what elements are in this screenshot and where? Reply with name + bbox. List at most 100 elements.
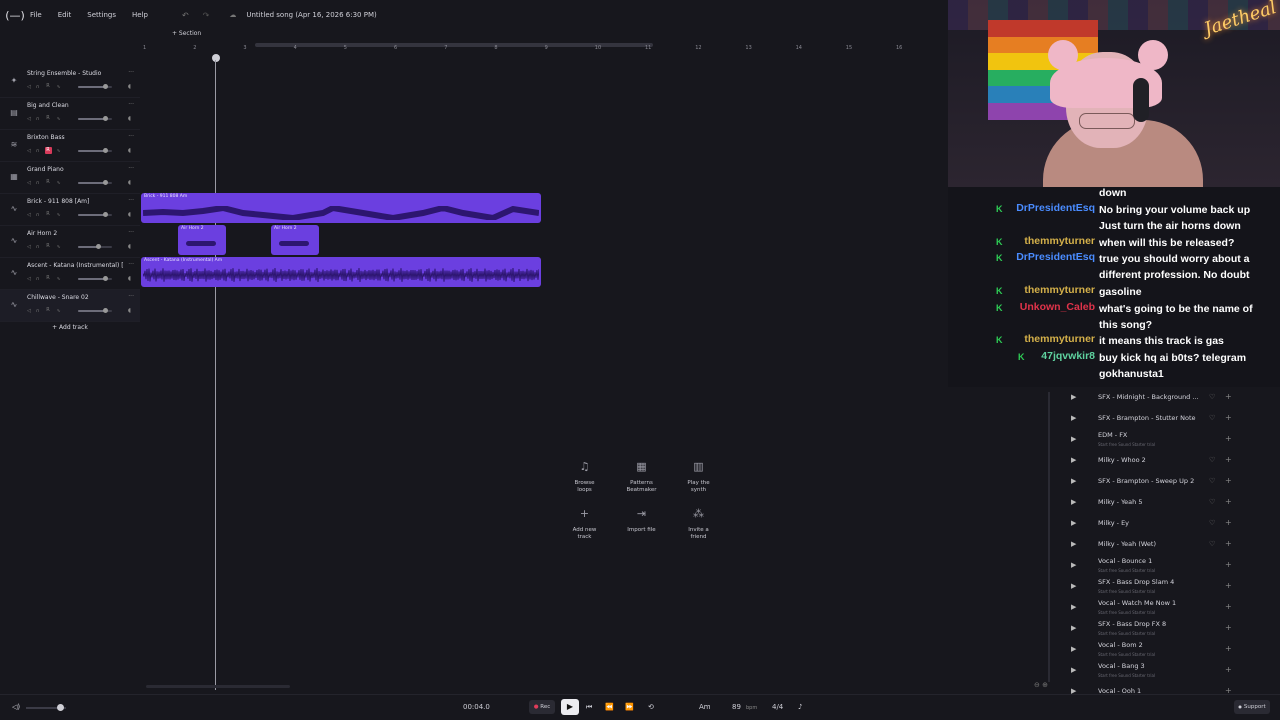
ruler-bar-number[interactable]: 10 xyxy=(595,45,601,51)
chat-username[interactable]: 47jqvwkir8 xyxy=(1041,350,1095,362)
preview-play-icon[interactable]: ▶ xyxy=(1071,519,1076,527)
add-sound-icon[interactable]: + xyxy=(1225,623,1232,632)
chat-username[interactable]: themmyturner xyxy=(1024,235,1095,247)
sound-name[interactable]: Milky - Whoo 2 xyxy=(1098,456,1208,464)
track-name[interactable]: Brick - 911 808 [Am] xyxy=(27,198,124,205)
preview-play-icon[interactable]: ▶ xyxy=(1071,624,1076,632)
redo-icon[interactable]: ↷ xyxy=(203,11,210,20)
track-more-icon[interactable]: ··· xyxy=(128,101,134,108)
track-volume-slider[interactable] xyxy=(78,148,112,153)
support-button[interactable]: ● Support xyxy=(1234,700,1270,714)
sound-name[interactable]: Milky - Yeah (Wet) xyxy=(1098,540,1208,548)
record-arm-button[interactable]: R xyxy=(45,275,52,282)
add-sound-icon[interactable]: + xyxy=(1225,581,1232,590)
volume-knob[interactable] xyxy=(103,276,109,281)
fast-forward-icon[interactable]: ⏩ xyxy=(625,703,634,711)
track-more-icon[interactable]: ··· xyxy=(128,133,134,140)
pan-knob-icon[interactable]: ◖ xyxy=(128,115,131,122)
sound-item[interactable]: ▶ Milky - Ey ♡ + xyxy=(1062,513,1242,534)
track-row[interactable]: ∿ Ascent - Katana (Instrumental) [... ··· ◁… xyxy=(0,258,140,290)
metronome-icon[interactable]: ♪ xyxy=(798,703,802,711)
track-name[interactable]: Ascent - Katana (Instrumental) [... xyxy=(27,262,124,269)
chat-username[interactable]: themmyturner xyxy=(1024,284,1095,296)
zoom-controls[interactable]: ⊖ ⊕ xyxy=(1034,681,1048,689)
action-3[interactable]: + Add new track xyxy=(556,507,613,542)
ruler-bar-number[interactable]: 4 xyxy=(294,45,297,51)
menu-help[interactable]: Help xyxy=(132,11,148,19)
sound-item[interactable]: ▶ Vocal - Bom 2 Start free Sound Starter t… xyxy=(1062,639,1242,660)
clip-brick-808[interactable]: Brick - 911 808 Am xyxy=(141,193,541,223)
add-sound-icon[interactable]: + xyxy=(1225,560,1232,569)
add-sound-icon[interactable]: + xyxy=(1225,518,1232,527)
add-sound-icon[interactable]: + xyxy=(1225,434,1232,443)
record-arm-button[interactable]: R xyxy=(44,147,52,154)
add-sound-icon[interactable]: + xyxy=(1225,455,1232,464)
chat-username[interactable]: DrPresidentEsq xyxy=(1016,202,1095,214)
solo-icon[interactable]: ∩ xyxy=(36,148,40,154)
sound-name[interactable]: SFX - Brampton - Stutter Note xyxy=(1098,414,1208,422)
track-volume-slider[interactable] xyxy=(78,84,112,89)
favorite-heart-icon[interactable]: ♡ xyxy=(1209,519,1215,527)
master-volume-knob[interactable] xyxy=(57,704,64,711)
solo-icon[interactable]: ∩ xyxy=(36,116,40,122)
track-volume-slider[interactable] xyxy=(78,308,112,313)
mute-icon[interactable]: ◁ xyxy=(27,308,31,314)
add-section-button[interactable]: + Section xyxy=(172,30,201,37)
add-sound-icon[interactable]: + xyxy=(1225,413,1232,422)
ruler-bar-number[interactable]: 11 xyxy=(645,45,651,51)
ruler-bar-number[interactable]: 6 xyxy=(394,45,397,51)
record-arm-button[interactable]: R xyxy=(45,83,52,90)
preview-play-icon[interactable]: ▶ xyxy=(1071,498,1076,506)
automation-icon[interactable]: ∿ xyxy=(57,148,61,154)
sound-item[interactable]: ▶ Milky - Whoo 2 ♡ + xyxy=(1062,450,1242,471)
record-arm-button[interactable]: R xyxy=(45,243,52,250)
automation-icon[interactable]: ∿ xyxy=(57,116,61,122)
add-sound-icon[interactable]: + xyxy=(1225,476,1232,485)
ruler-bar-number[interactable]: 12 xyxy=(695,45,701,51)
preview-play-icon[interactable]: ▶ xyxy=(1071,414,1076,422)
ruler-bar-number[interactable]: 8 xyxy=(494,45,497,51)
pan-knob-icon[interactable]: ◖ xyxy=(128,83,131,90)
mute-icon[interactable]: ◁ xyxy=(27,148,31,154)
sound-name[interactable]: EDM - FX xyxy=(1098,431,1208,439)
clip-air-horn-2[interactable]: Air Horn 2 xyxy=(271,225,319,255)
sound-item[interactable]: ▶ Milky - Yeah (Wet) ♡ + xyxy=(1062,534,1242,555)
pan-knob-icon[interactable]: ◖ xyxy=(128,179,131,186)
track-volume-slider[interactable] xyxy=(78,276,112,281)
automation-icon[interactable]: ∿ xyxy=(57,244,61,250)
add-sound-icon[interactable]: + xyxy=(1225,497,1232,506)
volume-knob[interactable] xyxy=(96,244,102,249)
master-volume-slider[interactable] xyxy=(26,704,66,711)
app-logo-icon[interactable]: (—) xyxy=(0,9,30,22)
preview-play-icon[interactable]: ▶ xyxy=(1071,645,1076,653)
sound-name[interactable]: Vocal - Watch Me Now 1 xyxy=(1098,599,1208,607)
clip-ascent-katana[interactable]: Ascent - Katana (Instrumental) Am xyxy=(141,257,541,287)
sound-item[interactable]: ▶ Vocal - Watch Me Now 1 Start free Sound … xyxy=(1062,597,1242,618)
favorite-heart-icon[interactable]: ♡ xyxy=(1209,540,1215,548)
sound-list-scrollbar[interactable] xyxy=(1048,392,1050,682)
pan-knob-icon[interactable]: ◖ xyxy=(128,211,131,218)
favorite-heart-icon[interactable]: ♡ xyxy=(1209,456,1215,464)
pan-knob-icon[interactable]: ◖ xyxy=(128,147,131,154)
track-more-icon[interactable]: ··· xyxy=(128,293,134,300)
mute-icon[interactable]: ◁ xyxy=(27,276,31,282)
sound-name[interactable]: Vocal - Bounce 1 xyxy=(1098,557,1208,565)
preview-play-icon[interactable]: ▶ xyxy=(1071,540,1076,548)
add-sound-icon[interactable]: + xyxy=(1225,539,1232,548)
sound-name[interactable]: SFX - Midnight - Background ... xyxy=(1098,393,1208,401)
favorite-heart-icon[interactable]: ♡ xyxy=(1209,393,1215,401)
action-1[interactable]: ▦ Patterns Beatmaker xyxy=(613,460,670,495)
solo-icon[interactable]: ∩ xyxy=(36,276,40,282)
preview-play-icon[interactable]: ▶ xyxy=(1071,393,1076,401)
chat-username[interactable]: Unkown_Caleb xyxy=(1020,301,1095,313)
sound-name[interactable]: SFX - Bass Drop FX 8 xyxy=(1098,620,1208,628)
bpm-value[interactable]: 89 xyxy=(732,703,741,711)
ruler-bar-number[interactable]: 9 xyxy=(545,45,548,51)
sound-name[interactable]: SFX - Bass Drop Slam 4 xyxy=(1098,578,1208,586)
chat-username[interactable]: themmyturner xyxy=(1024,333,1095,345)
sound-name[interactable]: Vocal - Bang 3 xyxy=(1098,662,1208,670)
add-sound-icon[interactable]: + xyxy=(1225,644,1232,653)
chat-username[interactable]: DrPresidentEsq xyxy=(1016,251,1095,263)
action-0[interactable]: ♫ Browse loops xyxy=(556,460,613,495)
automation-icon[interactable]: ∿ xyxy=(57,276,61,282)
